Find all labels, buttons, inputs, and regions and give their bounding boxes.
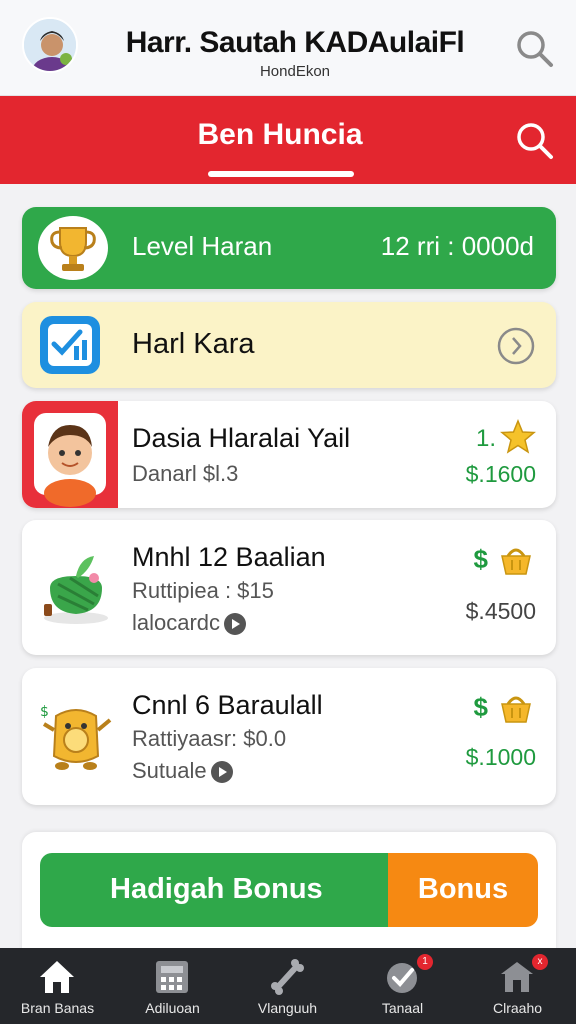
item-title: Mnhl 12 Baalian <box>132 542 326 572</box>
notification-badge: 1 <box>417 954 433 970</box>
shop-icon <box>497 958 537 996</box>
trophy-icon <box>38 216 108 280</box>
bone-icon <box>267 958 307 996</box>
item-value: $.4500 <box>465 598 536 624</box>
bonus-claim-label: Bonus <box>417 873 509 905</box>
item-subtitle: Danarl $l.3 <box>132 461 239 486</box>
nav-label: Vlanguuh <box>257 1000 318 1016</box>
nav-item-bone[interactable]: Vlanguuh <box>230 948 345 1024</box>
item-rank: 1. <box>475 425 496 452</box>
item-title: Dasia Hlaralai Yail <box>132 423 351 453</box>
header-title: Harr. Sautah KADAulaiFl <box>125 26 465 59</box>
check-icon <box>382 958 422 996</box>
dollar-sign: $ <box>473 692 488 722</box>
plant-pot-icon <box>36 548 116 628</box>
home-icon <box>37 958 77 996</box>
task-checklist-icon <box>40 316 100 374</box>
item-link[interactable]: lalocardc <box>132 610 247 636</box>
item-link-label: Sutuale <box>132 758 207 783</box>
calculator-icon <box>152 958 192 996</box>
nav-label: Clraaho <box>492 1000 543 1016</box>
item-link-label: lalocardc <box>132 610 221 635</box>
play-icon <box>210 761 233 784</box>
item-value: $.1000 <box>465 744 536 770</box>
item-subtitle: Rattiyaasr: $0.0 <box>132 726 287 751</box>
nav-label: Adiluoan <box>145 1000 200 1016</box>
money-bag-mascot-icon: $ <box>36 694 116 774</box>
svg-text:$: $ <box>40 704 49 720</box>
avatar[interactable] <box>22 17 78 73</box>
list-item[interactable]: Dasia Hlaralai Yail Danarl $l.3 1. $.160… <box>22 401 556 508</box>
list-item[interactable]: Mnhl 12 Baalian Ruttipiea : $15 lalocard… <box>22 520 556 655</box>
level-timer: 12 rri : 0000d <box>380 231 534 261</box>
page-title: Ben Huncia <box>197 118 363 151</box>
dollar-sign: $ <box>473 544 488 574</box>
nav-item-home[interactable]: Bran Banas <box>0 948 115 1024</box>
nav-item-calculator[interactable]: Adiluoan <box>115 948 230 1024</box>
star-icon <box>500 419 536 455</box>
boy-avatar-icon <box>22 401 118 508</box>
basket-icon <box>498 542 534 578</box>
chevron-right-icon[interactable] <box>496 326 536 366</box>
nav-item-tasks[interactable]: 1 Tanaal <box>345 948 460 1024</box>
item-title: Cnnl 6 Baraulall <box>132 690 323 720</box>
search-icon[interactable] <box>512 26 556 70</box>
item-value: $.1600 <box>465 461 536 487</box>
list-item[interactable]: $ Cnnl 6 Baraulall Rattiyaasr: $0.0 Sutu… <box>22 668 556 805</box>
search-icon[interactable] <box>512 118 556 162</box>
nav-item-shop[interactable]: x Clraaho <box>460 948 575 1024</box>
nav-label: Bran Banas <box>20 1000 95 1016</box>
hard-label: Harl Kara <box>132 328 255 360</box>
item-subtitle: Ruttipiea : $15 <box>132 578 274 603</box>
level-label: Level Haran <box>132 231 273 261</box>
nav-label: Tanaal <box>381 1000 424 1016</box>
level-card[interactable]: Level Haran 12 rri : 0000d <box>22 207 556 289</box>
bonus-button-label: Hadigah Bonus <box>110 873 323 905</box>
hard-card[interactable]: Harl Kara <box>22 302 556 388</box>
item-link[interactable]: Sutuale <box>132 758 233 784</box>
basket-icon <box>498 690 534 726</box>
header-subtitle: HondEkon <box>259 63 331 80</box>
play-icon <box>224 613 247 636</box>
active-tab-indicator <box>208 171 354 177</box>
notification-badge: x <box>532 954 548 970</box>
